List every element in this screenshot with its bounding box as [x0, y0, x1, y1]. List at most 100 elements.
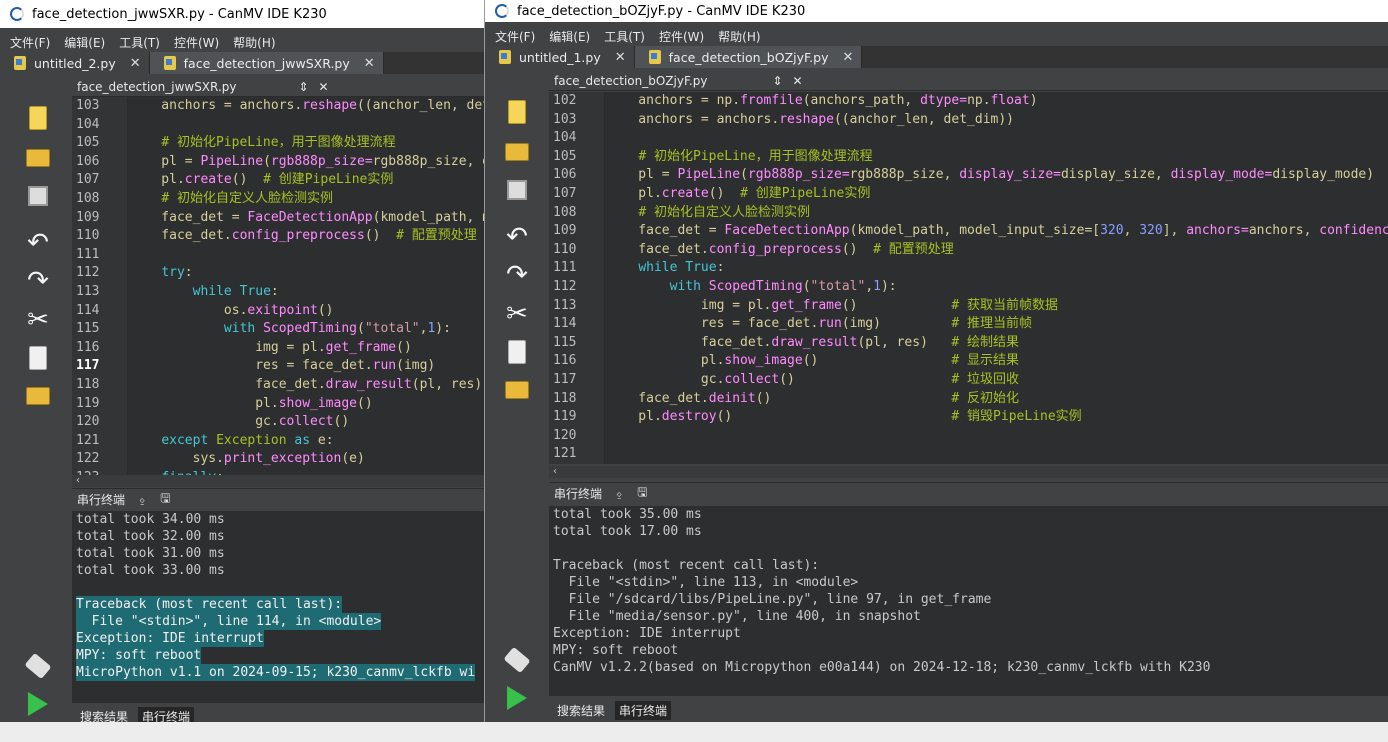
code-line[interactable]: 108 # 初始化自定义人脸检测实例	[76, 190, 484, 209]
code-line[interactable]: 102 anchors = np.fromfile(anchors_path, …	[553, 92, 1388, 111]
code-line[interactable]: 116 img = pl.get_frame()	[76, 339, 484, 358]
code-line[interactable]: 110 face_det.config_preprocess() # 配置预处理	[76, 227, 484, 246]
copy-icon[interactable]	[24, 344, 52, 372]
code-line[interactable]: 121	[553, 445, 1388, 464]
code-line[interactable]: 119 pl.destroy() # 销毁PipeLine实例	[553, 408, 1388, 427]
code-line[interactable]: 109 face_det = FaceDetectionApp(kmodel_p…	[76, 209, 484, 228]
open-folder-icon[interactable]	[24, 144, 52, 172]
connect-icon[interactable]	[24, 652, 52, 680]
window-title-bar[interactable]: face_detection_bOZjyF.py - CanMV IDE K23…	[485, 0, 1388, 22]
menu-help[interactable]: 帮助(H)	[233, 34, 275, 51]
close-editor-icon[interactable]: ✕	[319, 80, 329, 94]
code-line[interactable]: 104	[553, 129, 1388, 148]
code-line[interactable]: 113 img = pl.get_frame() # 获取当前帧数据	[553, 297, 1388, 316]
connect-icon[interactable]	[503, 646, 531, 674]
code-line[interactable]: 107 pl.create() # 创建PipeLine实例	[76, 171, 484, 190]
code-line[interactable]: 112 try:	[76, 264, 484, 283]
close-tab-icon[interactable]: ✕	[358, 56, 375, 71]
menu-edit[interactable]: 编辑(E)	[549, 28, 590, 45]
code-line[interactable]: 118 face_det.deinit() # 反初始化	[553, 390, 1388, 409]
code-line[interactable]: 108 # 初始化自定义人脸检测实例	[553, 204, 1388, 223]
redo-icon[interactable]: ↷	[503, 260, 531, 290]
close-tab-icon[interactable]: ✕	[609, 50, 626, 65]
file-selector-arrows-icon[interactable]: ⇕	[298, 80, 308, 94]
editor-file-name[interactable]: face_detection_jwwSXR.py	[77, 80, 236, 94]
code-line[interactable]: 107 pl.create() # 创建PipeLine实例	[553, 185, 1388, 204]
menu-widgets[interactable]: 控件(W)	[174, 34, 219, 51]
code-line[interactable]: 111	[76, 246, 484, 265]
horizontal-scrollbar[interactable]: ‹	[549, 466, 1388, 478]
close-editor-icon[interactable]: ✕	[793, 74, 803, 88]
close-tab-icon[interactable]: ✕	[124, 56, 141, 71]
menu-file[interactable]: 文件(F)	[495, 28, 535, 45]
terminal-save-icon[interactable]: 🖫	[160, 489, 170, 510]
copy-icon[interactable]	[503, 338, 531, 366]
save-icon[interactable]	[24, 182, 52, 210]
code-line[interactable]: 117 gc.collect() # 垃圾回收	[553, 371, 1388, 390]
close-tab-icon[interactable]: ✕	[837, 50, 854, 65]
tab-untitled-1[interactable]: untitled_1.py ✕	[485, 46, 635, 68]
tab-untitled-2[interactable]: untitled_2.py ✕	[0, 52, 150, 74]
menu-file[interactable]: 文件(F)	[10, 34, 50, 51]
menu-tools[interactable]: 工具(T)	[604, 28, 645, 45]
undo-icon[interactable]: ↶	[503, 222, 531, 252]
code-line[interactable]: 117 res = face_det.run(img)	[76, 357, 484, 376]
code-line[interactable]: 103 anchors = anchors.reshape((anchor_le…	[553, 111, 1388, 130]
menu-widgets[interactable]: 控件(W)	[659, 28, 704, 45]
code-line[interactable]: 105 # 初始化PipeLine，用于图像处理流程	[553, 148, 1388, 167]
code-line[interactable]: 114 res = face_det.run(img) # 推理当前帧	[553, 315, 1388, 334]
code-area[interactable]: 102 anchors = np.fromfile(anchors_path, …	[553, 92, 1388, 464]
code-editor[interactable]: 102 anchors = np.fromfile(anchors_path, …	[549, 92, 1388, 464]
code-line[interactable]: 118 face_det.draw_result(pl, res)	[76, 376, 484, 395]
serial-terminal[interactable]: total took 35.00 ms total took 17.00 ms Tr…	[549, 506, 1388, 696]
save-icon[interactable]	[503, 176, 531, 204]
cut-icon[interactable]: ✂	[503, 299, 531, 329]
menu-edit[interactable]: 编辑(E)	[64, 34, 105, 51]
code-line[interactable]: 105 # 初始化PipeLine，用于图像处理流程	[76, 134, 484, 153]
run-icon[interactable]	[503, 684, 531, 712]
code-line[interactable]: 103 anchors = anchors.reshape((anchor_le…	[76, 97, 484, 116]
horizontal-scrollbar[interactable]: ‹	[72, 475, 484, 487]
terminal-save-icon[interactable]: 🖫	[637, 483, 647, 504]
code-line[interactable]: 106 pl = PipeLine(rgb888p_size=rgb888p_s…	[553, 166, 1388, 185]
editor-file-name[interactable]: face_detection_bOZjyF.py	[554, 74, 707, 88]
code-line[interactable]: 104	[76, 116, 484, 135]
terminal-settings-icon[interactable]: ⍚	[139, 492, 146, 507]
code-line[interactable]: 110 face_det.config_preprocess() # 配置预处理	[553, 241, 1388, 260]
open-folder-icon[interactable]	[503, 138, 531, 166]
new-file-icon[interactable]	[503, 98, 531, 126]
code-editor[interactable]: 103 anchors = anchors.reshape((anchor_le…	[72, 97, 484, 475]
code-line[interactable]: 111 while True:	[553, 259, 1388, 278]
code-line[interactable]: 106 pl = PipeLine(rgb888p_size=rgb888p_s…	[76, 153, 484, 172]
terminal-settings-icon[interactable]: ⍚	[616, 486, 623, 501]
code-line[interactable]: 116 pl.show_image() # 显示结果	[553, 352, 1388, 371]
code-line[interactable]: 109 face_det = FaceDetectionApp(kmodel_p…	[553, 222, 1388, 241]
file-selector-arrows-icon[interactable]: ⇕	[772, 74, 782, 88]
menu-help[interactable]: 帮助(H)	[718, 28, 760, 45]
code-line[interactable]: 115 face_det.draw_result(pl, res) # 绘制结果	[553, 334, 1388, 353]
code-line[interactable]: 112 with ScopedTiming("total",1):	[553, 278, 1388, 297]
cut-icon[interactable]: ✂	[24, 305, 52, 335]
code-line[interactable]: 120 gc.collect()	[76, 413, 484, 432]
code-line[interactable]: 115 with ScopedTiming("total",1):	[76, 320, 484, 339]
code-line[interactable]: 114 os.exitpoint()	[76, 302, 484, 321]
code-line[interactable]: 122 sys.print_exception(e)	[76, 450, 484, 469]
tab-face-detection-bozjyf[interactable]: face_detection_bOZjyF.py ✕	[634, 46, 863, 68]
menu-tools[interactable]: 工具(T)	[119, 34, 160, 51]
serial-terminal[interactable]: total took 34.00 ms total took 32.00 ms to…	[72, 511, 484, 703]
paste-icon[interactable]	[24, 382, 52, 410]
redo-icon[interactable]: ↷	[24, 266, 52, 296]
code-line[interactable]: 121 except Exception as e:	[76, 432, 484, 451]
undo-icon[interactable]: ↶	[24, 228, 52, 258]
code-line[interactable]: 119 pl.show_image()	[76, 395, 484, 414]
code-line[interactable]: 120	[553, 427, 1388, 446]
new-file-icon[interactable]	[24, 104, 52, 132]
code-line[interactable]: 113 while True:	[76, 283, 484, 302]
code-area[interactable]: 103 anchors = anchors.reshape((anchor_le…	[76, 97, 484, 475]
tab-serial-terminal[interactable]: 串行终端	[615, 700, 672, 720]
window-title-bar[interactable]: face_detection_jwwSXR.py - CanMV IDE K23…	[0, 0, 484, 28]
tab-search-results[interactable]: 搜索结果	[553, 701, 609, 720]
tab-face-detection-jwwsxr[interactable]: face_detection_jwwSXR.py ✕	[149, 52, 384, 74]
paste-icon[interactable]	[503, 376, 531, 404]
run-icon[interactable]	[24, 690, 52, 718]
